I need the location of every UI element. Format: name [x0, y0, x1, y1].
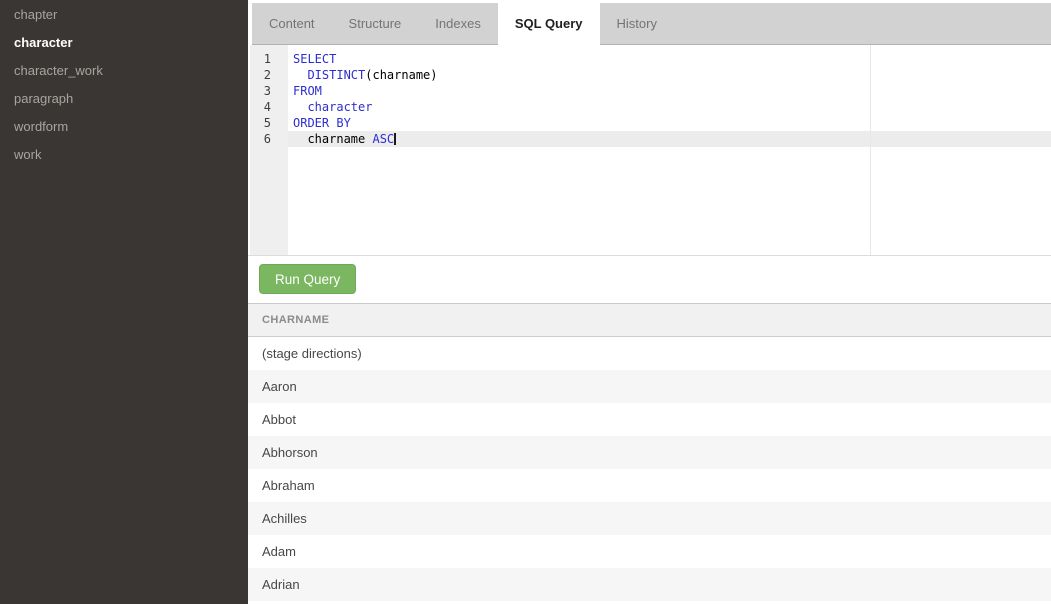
line-number: 4 — [263, 100, 271, 114]
code-line: character — [293, 99, 1051, 115]
text-cursor — [394, 133, 397, 145]
run-query-button[interactable]: Run Query — [259, 264, 357, 294]
results-column-header-charname[interactable]: CHARNAME — [248, 314, 329, 326]
table-row[interactable]: Achilles — [248, 502, 1051, 535]
tab-history[interactable]: History — [600, 3, 674, 44]
code-token: DISTINCT — [307, 68, 366, 82]
sidebar-item-work[interactable]: work — [0, 140, 248, 168]
line-number: 2 — [263, 68, 271, 82]
sidebar-table-list: chapter character character_work paragraph w… — [0, 0, 248, 604]
tab-indexes[interactable]: Indexes — [418, 3, 498, 44]
table-row[interactable]: Abbot — [248, 403, 1051, 436]
results-table: CHARNAME (stage directions) Aaron Abbot Abh… — [248, 303, 1051, 601]
code-token: (charname) — [365, 68, 438, 82]
code-line: charname ASC — [293, 131, 1051, 147]
tab-bar: Content Structure Indexes SQL Query History — [252, 3, 1051, 45]
editor-code-area[interactable]: SELECT DISTINCT(charname) FROM character O… — [293, 51, 1051, 147]
results-rows: (stage directions) Aaron Abbot Abhorson Abra… — [248, 337, 1051, 601]
sql-editor[interactable]: 123456 SELECT DISTINCT(charname) FROM cha… — [248, 45, 1051, 256]
line-number: 3 — [263, 84, 271, 98]
sidebar-item-chapter[interactable]: chapter — [0, 0, 248, 28]
table-row[interactable]: Abraham — [248, 469, 1051, 502]
results-header-row: CHARNAME — [248, 304, 1051, 337]
line-number: 1 — [263, 52, 271, 66]
table-row[interactable]: (stage directions) — [248, 337, 1051, 370]
table-row[interactable]: Abhorson — [248, 436, 1051, 469]
tab-sql-query[interactable]: SQL Query — [497, 3, 600, 45]
sidebar-item-wordform[interactable]: wordform — [0, 112, 248, 140]
sidebar-item-paragraph[interactable]: paragraph — [0, 84, 248, 112]
tab-structure[interactable]: Structure — [332, 3, 419, 44]
sidebar-item-character-work[interactable]: character_work — [0, 56, 248, 84]
code-token: ORDER BY — [293, 116, 351, 130]
table-row[interactable]: Adam — [248, 535, 1051, 568]
code-token: character — [307, 100, 373, 114]
table-row[interactable]: Aaron — [248, 370, 1051, 403]
code-token: SELECT — [293, 52, 337, 66]
sidebar-item-character[interactable]: character — [0, 28, 248, 56]
code-line: FROM — [293, 83, 1051, 99]
line-number: 5 — [263, 116, 271, 130]
tab-content[interactable]: Content — [252, 3, 332, 44]
code-line: ORDER BY — [293, 115, 1051, 131]
code-token: FROM — [293, 84, 322, 98]
code-token: charname — [307, 132, 373, 146]
line-number: 6 — [263, 132, 271, 146]
code-line: DISTINCT(charname) — [293, 67, 1051, 83]
editor-line-number-gutter: 1 2 3 4 5 6 — [250, 45, 288, 255]
code-line: SELECT — [293, 51, 1051, 67]
code-token: ASC — [372, 132, 395, 146]
table-row[interactable]: Adrian — [248, 568, 1051, 601]
